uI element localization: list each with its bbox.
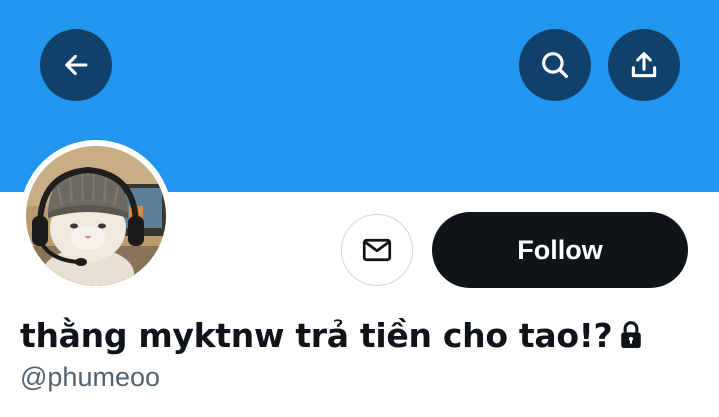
share-upload-icon <box>631 52 657 78</box>
back-button[interactable] <box>40 29 112 101</box>
avatar-frame <box>20 140 172 292</box>
profile-handle: @phumeoo <box>20 362 160 392</box>
avatar-cat-with-headset <box>26 146 166 286</box>
envelope-icon <box>362 238 392 262</box>
message-button[interactable] <box>341 214 413 286</box>
share-button[interactable] <box>608 29 680 101</box>
avatar[interactable] <box>26 146 166 286</box>
display-name: thằng myktnw trả tiền cho tao!? <box>20 315 613 355</box>
lock-icon <box>618 319 644 351</box>
arrow-left-icon <box>65 54 88 76</box>
search-icon <box>542 52 569 79</box>
profile-name-row: thằng myktnw trả tiền cho tao!? <box>20 310 644 360</box>
follow-button[interactable]: Follow <box>432 212 688 288</box>
search-button[interactable] <box>519 29 591 101</box>
